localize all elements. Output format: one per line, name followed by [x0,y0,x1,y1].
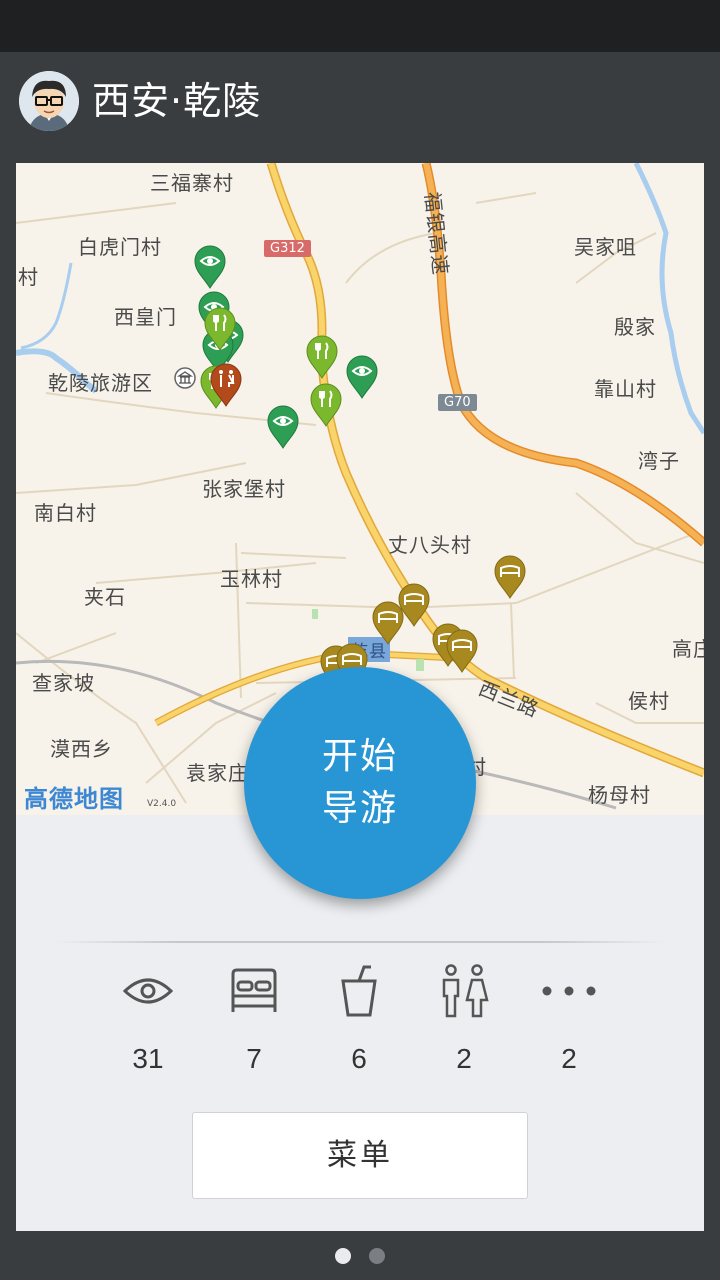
more-dots-icon [542,986,596,996]
map-label: 袁家庄 [186,761,249,785]
category-food[interactable]: 6 [314,963,404,1075]
avatar[interactable] [19,71,79,131]
category-count: 31 [132,1043,164,1074]
category-restroom[interactable]: 2 [419,963,509,1075]
map-label: 漠西乡 [50,737,113,761]
category-count: 2 [561,1043,577,1074]
map-label: 白虎门村 [78,235,162,259]
food-pin[interactable] [204,307,236,351]
map-label: 吴家咀 [574,235,637,259]
sight-pin[interactable] [194,245,226,289]
hotel-pin[interactable] [446,629,478,673]
map-label: 靠山村 [594,377,657,401]
map-label: 玉林村 [220,567,283,591]
eye-icon [123,978,173,1004]
scenic-area-icon [174,367,196,389]
map-label: 高庄 [672,637,704,661]
map-label: 村 [18,265,39,289]
bed-icon [231,968,277,1012]
start-tour-button[interactable]: 开始 导游 [244,667,476,899]
map-label: 丈八头村 [388,533,472,557]
category-hotels[interactable]: 7 [209,963,299,1075]
map-label: 杨母村 [588,783,651,807]
sight-pin[interactable] [267,405,299,449]
drink-cup-icon [341,965,377,1017]
food-pin[interactable] [306,335,338,379]
map-label: 乾陵旅游区 [48,371,153,395]
page-title: 西安·乾陵 [92,79,262,123]
avatar-image [19,71,79,131]
category-count: 7 [246,1043,262,1074]
app-bar: 西安·乾陵 [0,52,720,148]
food-pin[interactable] [310,383,342,427]
menu-button[interactable]: 菜单 [192,1112,528,1199]
section-divider [56,941,664,943]
map-label: 殷家 [614,315,656,339]
map-label: 三福寨村 [150,171,234,195]
start-tour-line1: 开始 [321,736,398,777]
map-provider-logo: 高德地图 [24,785,124,813]
status-bar [0,0,720,52]
map-label: 夹石 [84,585,126,609]
category-sights[interactable]: 31 [103,963,193,1075]
hotel-pin[interactable] [494,555,526,599]
map-label: 查家坡 [32,671,95,695]
sight-pin[interactable] [346,355,378,399]
category-more[interactable]: 2 [524,963,614,1075]
road-badge: G70 [438,394,477,411]
page-dot[interactable] [369,1248,385,1264]
category-count: 6 [351,1043,367,1074]
category-count: 2 [456,1043,472,1074]
map-label: 侯村 [628,689,670,713]
map-label: 西皇门 [114,305,177,329]
map-version: V2.4.0 [147,799,177,809]
hotel-pin[interactable] [372,601,404,645]
map-label: 湾子 [638,449,680,473]
start-tour-line2: 导游 [321,788,398,829]
page-dot-active[interactable] [335,1248,351,1264]
road-badge: G312 [264,240,311,257]
restroom-icon [442,964,489,1018]
map-label: 南白村 [34,501,97,525]
map-label: 张家堡村 [202,477,286,501]
guide-card: 三福寨村 白虎门村 村 西皇门 乾陵旅游区 张家堡村 南白村 玉林村 夹石 查家… [16,163,704,1231]
toilet-pin[interactable] [210,363,242,407]
page-indicator [0,1244,720,1268]
